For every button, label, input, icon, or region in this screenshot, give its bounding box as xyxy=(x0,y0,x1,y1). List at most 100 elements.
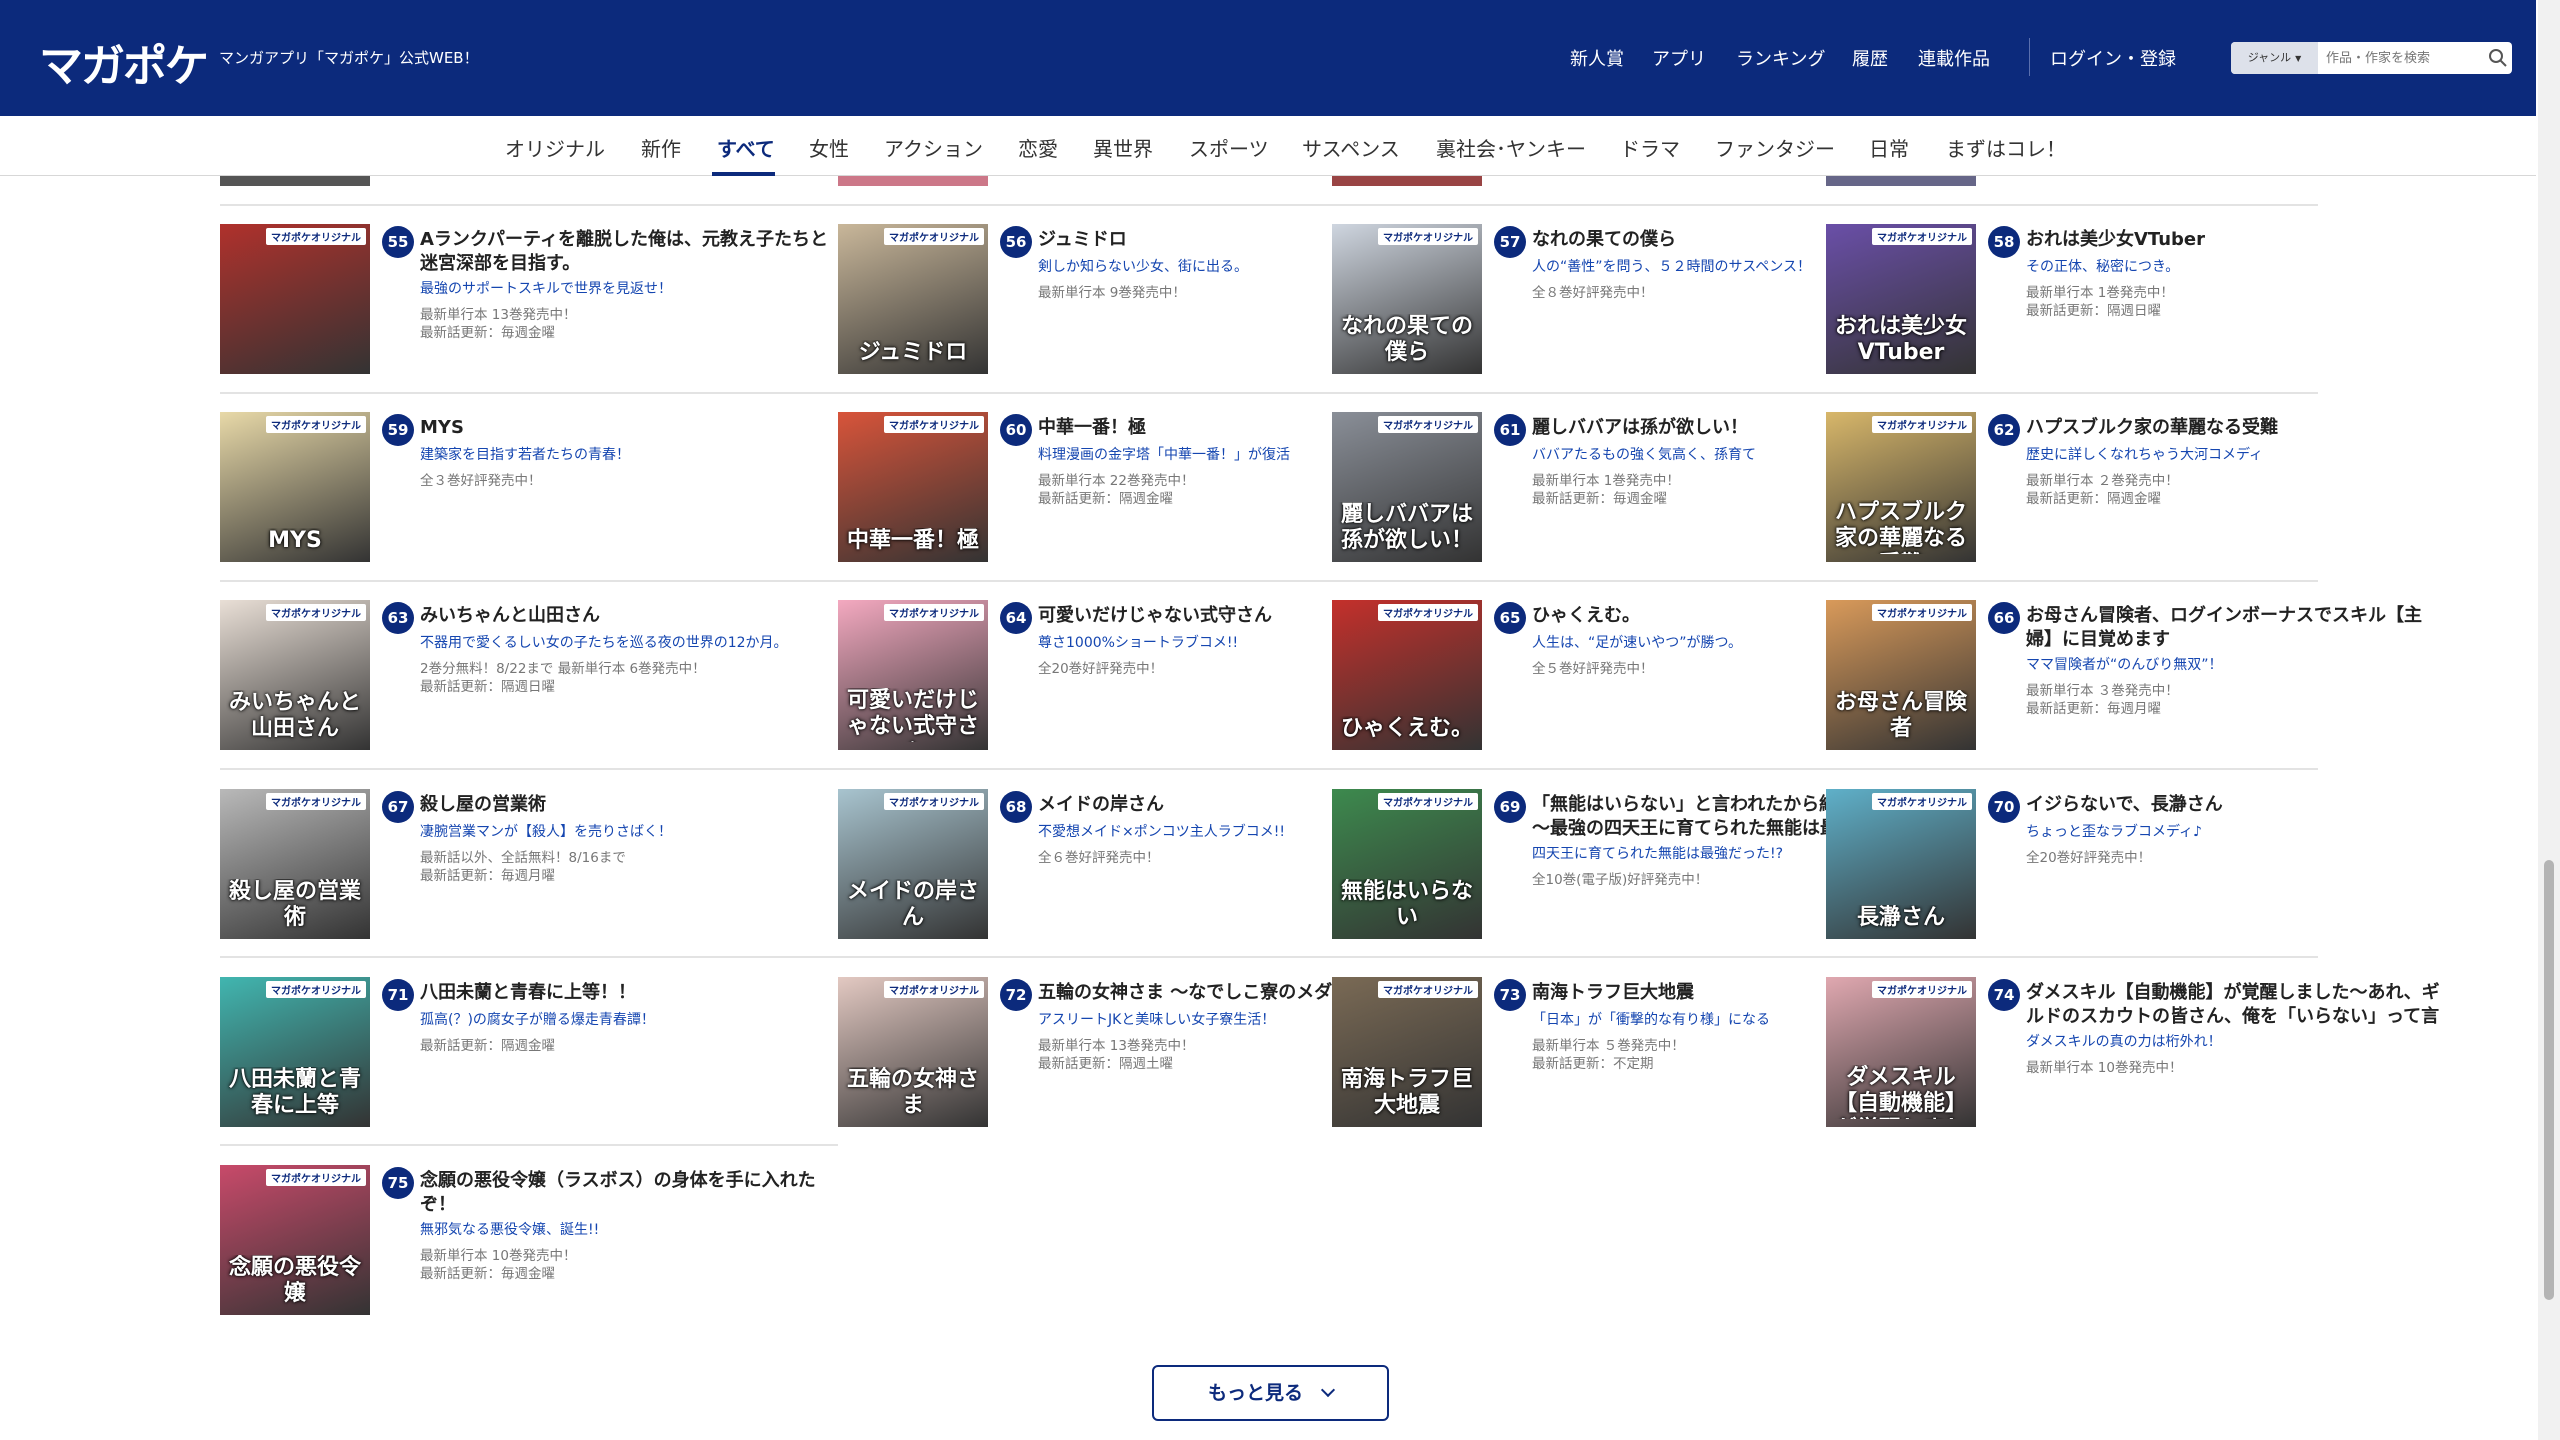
series-cover[interactable]: マガポケオリジナル 長瀞さん xyxy=(1826,789,1976,939)
tab-original[interactable]: オリジナル xyxy=(505,133,605,162)
site-tagline: マンガアプリ「マガポケ」公式WEB！ xyxy=(219,49,479,67)
rank-badge: 71 xyxy=(382,979,414,1011)
series-cover[interactable]: マガポケオリジナル可愛いだけじゃない式守さん xyxy=(838,600,988,750)
more-button[interactable]: もっと見る xyxy=(1152,1365,1389,1421)
series-item[interactable]: マガポケオリジナル 南海トラフ巨大地震 73 南海トラフ巨大地震 「日本」が「衝撃的な有… xyxy=(1332,977,1812,1127)
nav-app[interactable]: アプリ xyxy=(1652,45,1706,71)
rank-badge: 62 xyxy=(1988,414,2020,446)
tab-suspense[interactable]: サスペンス xyxy=(1302,133,1400,162)
series-cover[interactable]: マガポケオリジナル 五輪の女神さま xyxy=(838,977,988,1127)
series-cover[interactable]: マガポケオリジナル お母さん冒険者 xyxy=(1826,600,1976,750)
tab-daily[interactable]: 日常 xyxy=(1869,133,1909,162)
series-item[interactable]: マガポケオリジナル可愛いだけじゃない式守さん64可愛いだけじゃない式守さん尊さ1… xyxy=(838,600,1318,750)
scrollbar[interactable] xyxy=(2538,0,2560,1440)
series-cover[interactable]: マガポケオリジナル なれの果ての僕ら xyxy=(1332,224,1482,374)
rank-badge: 70 xyxy=(1988,791,2020,823)
series-catchphrase: その正体、秘密につき。 xyxy=(2026,259,2180,275)
series-cover[interactable]: マガポケオリジナル xyxy=(220,224,370,374)
rank-badge: 66 xyxy=(1988,602,2020,634)
series-item[interactable]: マガポケオリジナル ジュミドロ 56 ジュミドロ 剣しか知らない少女、街に出る。 最新単行… xyxy=(838,224,1318,374)
series-item[interactable]: マガポケオリジナル お母さん冒険者 66 お母さん冒険者、ログインボーナスでスキル【主… xyxy=(1826,600,2422,750)
series-item[interactable]: マガポケオリジナル 中華一番！極 60 中華一番！極 料理漫画の金字塔「中華一番！」が復… xyxy=(838,412,1318,562)
series-item[interactable]: マガポケオリジナル 麗しババアは孫が欲しい！ 61 麗しババアは孫が欲しい！ ババアたる… xyxy=(1332,412,1812,562)
tab-recommended[interactable]: まずはコレ！ xyxy=(1946,133,2066,162)
series-cover[interactable]: マガポケオリジナル 麗しババアは孫が欲しい！ xyxy=(1332,412,1482,562)
series-item[interactable]: マガポケオリジナルハプスブルク家の華麗なる受難 62 ハプスブルク家の華麗なる受難 歴… xyxy=(1826,412,2306,562)
series-cover[interactable]: マガポケオリジナル 念願の悪役令嬢 xyxy=(220,1165,370,1315)
tab-isekai[interactable]: 異世界 xyxy=(1093,133,1153,162)
series-title[interactable]: Aランクパーティを離脱した俺は、元教え子たちと迷宮深部を目指す。 xyxy=(420,228,840,276)
series-cover[interactable]: マガポケオリジナル メイドの岸さん xyxy=(838,789,988,939)
cover-label: マガポケオリジナル xyxy=(266,1169,366,1186)
scrollbar-thumb[interactable] xyxy=(2544,860,2554,1300)
series-title[interactable]: おれは美少女VTuber xyxy=(2026,228,2446,252)
series-item[interactable]: マガポケオリジナル 無能はいらない 69 「無能はいらない」と言われたから絶縁してやっ… xyxy=(1332,789,1952,939)
tab-women[interactable]: 女性 xyxy=(809,133,849,162)
series-cover[interactable]: マガポケオリジナル ひゃくえむ。 xyxy=(1332,600,1482,750)
series-cover[interactable]: マガポケオリジナル 殺し屋の営業術 xyxy=(220,789,370,939)
series-item[interactable]: マガポケオリジナル 五輪の女神さま 72 五輪の女神さま 〜なでしこ寮のメダルごはん〜… xyxy=(838,977,1422,1127)
tab-drama[interactable]: ドラマ xyxy=(1620,133,1680,162)
nav-new-award[interactable]: 新人賞 xyxy=(1570,45,1624,71)
series-item[interactable]: マガポケオリジナル メイドの岸さん 68 メイドの岸さん 不愛想メイド×ポンコツ主人ラブ… xyxy=(838,789,1318,939)
series-cover[interactable]: マガポケオリジナル みいちゃんと山田さん xyxy=(220,600,370,750)
series-title[interactable]: お母さん冒険者、ログインボーナスでスキル【主婦】に目覚めます xyxy=(2026,604,2446,652)
series-cover[interactable]: マガポケオリジナル八田未蘭と青春に上等 xyxy=(220,977,370,1127)
tab-romance[interactable]: 恋愛 xyxy=(1018,133,1058,162)
series-cover[interactable]: マガポケオリジナル 中華一番！極 xyxy=(838,412,988,562)
chevron-down-icon: ▼ xyxy=(2295,54,2302,63)
search-input[interactable] xyxy=(2318,42,2478,74)
series-item[interactable]: マガポケオリジナル ひゃくえむ。 65 ひゃくえむ。 人生は、“足が速いやつ”が勝つ。全… xyxy=(1332,600,1812,750)
series-item[interactable]: マガポケオリジナル 殺し屋の営業術 67 殺し屋の営業術 凄腕営業マンが【殺人】を売りさ… xyxy=(220,789,700,939)
cover-title: お母さん冒険者 xyxy=(1834,690,1967,741)
series-catchphrase: 凄腕営業マンが【殺人】を売りさばく！ xyxy=(420,824,672,840)
series-cover[interactable]: マガポケオリジナル ジュミドロ xyxy=(838,224,988,374)
genre-select[interactable]: ジャンル ▼ xyxy=(2231,42,2318,74)
cover-label: マガポケオリジナル xyxy=(884,228,984,245)
site-logo[interactable]: マガポケ xyxy=(39,30,209,94)
nav-series[interactable]: 連載作品 xyxy=(1918,45,1990,71)
series-title[interactable]: みいちゃんと山田さん xyxy=(420,604,840,628)
series-title[interactable]: ダメスキル【自動機能】が覚醒しました〜あれ、ギルドのスカウトの皆さん、俺を「いら… xyxy=(2026,981,2446,1029)
series-info: 全20巻好評発売中！ xyxy=(2026,850,2152,866)
series-cover[interactable]: マガポケオリジナル MYS xyxy=(220,412,370,562)
login-register-link[interactable]: ログイン・登録 xyxy=(2050,45,2176,71)
series-item[interactable]: マガポケオリジナル 長瀞さん 70 イジらないで、長瀞さん ちょっと歪なラブコメディ♪ 全… xyxy=(1826,789,2306,939)
series-item[interactable]: マガポケオリジナルダメスキル【自動機能】が覚醒しました 74 ダメスキル【自動機能】… xyxy=(1826,977,2440,1127)
series-item[interactable]: マガポケオリジナル 55 Aランクパーティを離脱した俺は、元教え子たちと迷宮深部を目… xyxy=(220,224,828,374)
series-cover[interactable]: マガポケオリジナル 南海トラフ巨大地震 xyxy=(1332,977,1482,1127)
cover-title: 麗しババアは孫が欲しい！ xyxy=(1340,502,1473,553)
series-title[interactable]: イジらないで、長瀞さん xyxy=(2026,793,2446,817)
series-cover[interactable]: マガポケオリジナルハプスブルク家の華麗なる受難 xyxy=(1826,412,1976,562)
tab-sports[interactable]: スポーツ xyxy=(1189,133,1269,162)
tab-new[interactable]: 新作 xyxy=(641,133,681,162)
tab-underworld[interactable]: 裏社会･ヤンキー xyxy=(1436,133,1586,162)
tab-action[interactable]: アクション xyxy=(884,133,983,162)
nav-ranking[interactable]: ランキング xyxy=(1736,45,1825,71)
series-item[interactable]: マガポケオリジナル 八田未蘭と青春に上等 71 八田未蘭と青春に上等！！ 孤高(？)の腐… xyxy=(220,977,700,1127)
series-item[interactable]: マガポケオリジナル MYS 59 MYS 建築家を目指す若者たちの青春！ 全３巻好評発売中… xyxy=(220,412,700,562)
series-cover[interactable]: マガポケオリジナル おれは美少女VTuber xyxy=(1826,224,1976,374)
series-item[interactable]: マガポケオリジナル なれの果ての僕ら 57 なれの果ての僕ら 人の“善性”を問う、５２時… xyxy=(1332,224,1812,374)
series-cover[interactable]: マガポケオリジナル 無能はいらない xyxy=(1332,789,1482,939)
series-title[interactable]: 八田未蘭と青春に上等！！ xyxy=(420,981,840,1005)
nav-history[interactable]: 履歴 xyxy=(1852,45,1888,71)
series-info: 最新話更新：毎週金曜 xyxy=(420,1266,555,1282)
series-info: 2巻分無料！8/22まで 最新単行本 6巻発売中！ xyxy=(420,661,706,677)
series-title[interactable]: MYS xyxy=(420,416,840,440)
series-item[interactable]: マガポケオリジナル みいちゃんと山田さん 63 みいちゃんと山田さん 不器用で愛くるしい… xyxy=(220,600,788,750)
series-title[interactable]: ハプスブルク家の華麗なる受難 xyxy=(2026,416,2446,440)
rank-badge: 63 xyxy=(382,602,414,634)
tab-all[interactable]: すべて xyxy=(717,133,775,162)
series-item[interactable]: マガポケオリジナル おれは美少女VTuber 58 おれは美少女VTuber その正体、… xyxy=(1826,224,2306,374)
active-tab-indicator xyxy=(712,172,775,176)
cover-title: 八田未蘭と青春に上等 xyxy=(228,1067,361,1118)
series-cover[interactable]: マガポケオリジナルダメスキル【自動機能】が覚醒しました xyxy=(1826,977,1976,1127)
series-title[interactable]: 念願の悪役令嬢（ラスボス）の身体を手に入れたぞ！ xyxy=(420,1169,840,1217)
cover-label: マガポケオリジナル xyxy=(266,981,366,998)
search-icon[interactable] xyxy=(2488,48,2508,68)
series-catchphrase: ちょっと歪なラブコメディ♪ xyxy=(2026,824,2202,840)
tab-fantasy[interactable]: ファンタジー xyxy=(1715,133,1835,162)
series-item[interactable]: マガポケオリジナル 念願の悪役令嬢 75 念願の悪役令嬢（ラスボス）の身体を手に入れた… xyxy=(220,1165,816,1315)
series-title[interactable]: 殺し屋の営業術 xyxy=(420,793,840,817)
